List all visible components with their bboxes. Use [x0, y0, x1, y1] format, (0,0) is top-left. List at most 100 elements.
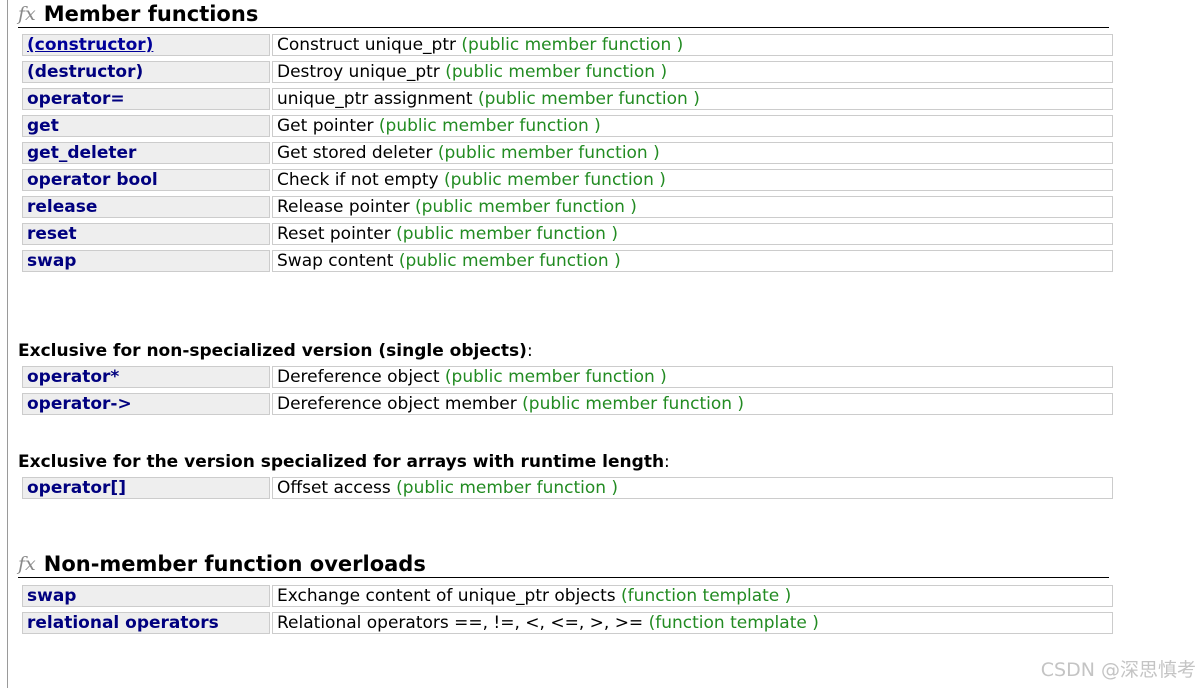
arrays-table: operator[] Offset access (public member …	[20, 472, 1115, 504]
table-row: operator= unique_ptr assignment (public …	[22, 88, 1113, 110]
row-description: Swap content	[277, 251, 394, 271]
row-description: Get pointer	[277, 116, 374, 136]
row-kind: (public member function )	[396, 224, 618, 244]
row-description: Exchange content of unique_ptr objects	[277, 586, 616, 606]
release-desc-cell: Release pointer (public member function …	[272, 196, 1113, 218]
member-functions-heading: fx Member functions	[18, 1, 1109, 28]
function-fx-icon: fx	[18, 552, 36, 575]
get-cell[interactable]: get	[22, 115, 270, 137]
release-cell[interactable]: release	[22, 196, 270, 218]
relational-operators-cell[interactable]: relational operators	[22, 612, 270, 634]
operator-subscript-name[interactable]: operator[]	[27, 478, 126, 498]
single-objects-colon: :	[526, 341, 533, 361]
row-kind: (public member function )	[444, 367, 667, 387]
swap-name[interactable]: swap	[27, 251, 76, 271]
function-fx-icon: fx	[18, 2, 36, 25]
row-description: Release pointer	[277, 197, 410, 217]
table-row: reset Reset pointer (public member funct…	[22, 223, 1113, 245]
table-row: operator-> Dereference object member (pu…	[22, 393, 1113, 415]
row-kind: (public member function )	[444, 170, 666, 190]
row-kind: (public member function )	[396, 478, 619, 498]
relational-operators-name[interactable]: relational operators	[27, 613, 219, 633]
row-kind: (function template )	[648, 613, 819, 633]
row-description: Dereference object member	[277, 394, 517, 414]
operator-deref-cell[interactable]: operator*	[22, 366, 270, 388]
reset-name[interactable]: reset	[27, 224, 77, 244]
destructor-name[interactable]: (destructor)	[27, 62, 143, 82]
reset-cell[interactable]: reset	[22, 223, 270, 245]
non-member-title: Non-member function overloads	[43, 551, 426, 576]
table-row: release Release pointer (public member f…	[22, 196, 1113, 218]
release-name[interactable]: release	[27, 197, 97, 217]
get-deleter-desc-cell: Get stored deleter (public member functi…	[272, 142, 1113, 164]
arrays-heading: Exclusive for the version specialized fo…	[18, 454, 670, 471]
table-row: swap Exchange content of unique_ptr obje…	[22, 585, 1113, 607]
get-name[interactable]: get	[27, 116, 59, 136]
row-description: Reset pointer	[277, 224, 391, 244]
table-row: (destructor) Destroy unique_ptr (public …	[22, 61, 1113, 83]
row-kind: (public member function )	[445, 62, 668, 82]
csdn-watermark: CSDN @深思慎考	[1040, 659, 1196, 681]
operator-subscript-cell[interactable]: operator[]	[22, 477, 270, 499]
single-objects-heading: Exclusive for non-specialized version (s…	[18, 343, 533, 360]
operator-assign-name[interactable]: operator=	[27, 89, 125, 109]
table-row: get Get pointer (public member function …	[22, 115, 1113, 137]
operator-deref-desc-cell: Dereference object (public member functi…	[272, 366, 1113, 388]
row-kind: (public member function )	[378, 116, 601, 136]
non-member-table: swap Exchange content of unique_ptr obje…	[20, 580, 1115, 639]
table-row: swap Swap content (public member functio…	[22, 250, 1113, 272]
table-row: operator[] Offset access (public member …	[22, 477, 1113, 499]
operator-deref-name[interactable]: operator*	[27, 367, 119, 387]
operator-subscript-desc-cell: Offset access (public member function )	[272, 477, 1113, 499]
table-row: operator* Dereference object (public mem…	[22, 366, 1113, 388]
row-description: unique_ptr assignment	[277, 89, 473, 109]
row-description: Check if not empty	[277, 170, 439, 190]
operator-assign-cell[interactable]: operator=	[22, 88, 270, 110]
table-row: relational operators Relational operator…	[22, 612, 1113, 634]
member-functions-title: Member functions	[43, 1, 259, 26]
non-member-heading: fx Non-member function overloads	[18, 551, 1109, 578]
destructor-cell[interactable]: (destructor)	[22, 61, 270, 83]
row-description: Relational operators ==, !=, <, <=, >, >…	[277, 613, 644, 633]
arrays-title: Exclusive for the version specialized fo…	[18, 452, 665, 472]
single-objects-table: operator* Dereference object (public mem…	[20, 361, 1115, 420]
nonmember-swap-desc-cell: Exchange content of unique_ptr objects (…	[272, 585, 1113, 607]
nonmember-swap-name[interactable]: swap	[27, 586, 76, 606]
reset-desc-cell: Reset pointer (public member function )	[272, 223, 1113, 245]
row-kind: (public member function )	[461, 35, 684, 55]
left-border-line	[7, 0, 8, 688]
destructor-desc-cell: Destroy unique_ptr (public member functi…	[272, 61, 1113, 83]
get-deleter-name[interactable]: get_deleter	[27, 143, 136, 163]
row-kind: (public member function )	[522, 394, 745, 414]
table-row: get_deleter Get stored deleter (public m…	[22, 142, 1113, 164]
row-kind: (public member function )	[415, 197, 637, 217]
constructor-desc-cell: Construct unique_ptr (public member func…	[272, 34, 1113, 56]
row-description: Offset access	[277, 478, 391, 498]
row-description: Destroy unique_ptr	[277, 62, 440, 82]
row-kind: (function template )	[621, 586, 792, 606]
single-objects-title: Exclusive for non-specialized version (s…	[18, 341, 527, 361]
table-row: operator bool Check if not empty (public…	[22, 169, 1113, 191]
operator-assign-desc-cell: unique_ptr assignment (public member fun…	[272, 88, 1113, 110]
row-kind: (public member function )	[398, 251, 621, 271]
operator-arrow-desc-cell: Dereference object member (public member…	[272, 393, 1113, 415]
operator-bool-cell[interactable]: operator bool	[22, 169, 270, 191]
operator-bool-desc-cell: Check if not empty (public member functi…	[272, 169, 1113, 191]
constructor-cell: (constructor)	[22, 34, 270, 56]
row-description: Dereference object	[277, 367, 440, 387]
constructor-link[interactable]: (constructor)	[27, 35, 153, 55]
member-functions-table: (constructor) Construct unique_ptr (publ…	[20, 29, 1115, 277]
operator-arrow-cell[interactable]: operator->	[22, 393, 270, 415]
row-kind: (public member function )	[437, 143, 660, 163]
relational-operators-desc-cell: Relational operators ==, !=, <, <=, >, >…	[272, 612, 1113, 634]
table-row: (constructor) Construct unique_ptr (publ…	[22, 34, 1113, 56]
get-deleter-cell[interactable]: get_deleter	[22, 142, 270, 164]
row-description: Get stored deleter	[277, 143, 433, 163]
swap-cell[interactable]: swap	[22, 250, 270, 272]
nonmember-swap-cell[interactable]: swap	[22, 585, 270, 607]
swap-desc-cell: Swap content (public member function )	[272, 250, 1113, 272]
get-desc-cell: Get pointer (public member function )	[272, 115, 1113, 137]
operator-bool-name[interactable]: operator bool	[27, 170, 158, 190]
operator-arrow-name[interactable]: operator->	[27, 394, 132, 414]
row-kind: (public member function )	[477, 89, 700, 109]
